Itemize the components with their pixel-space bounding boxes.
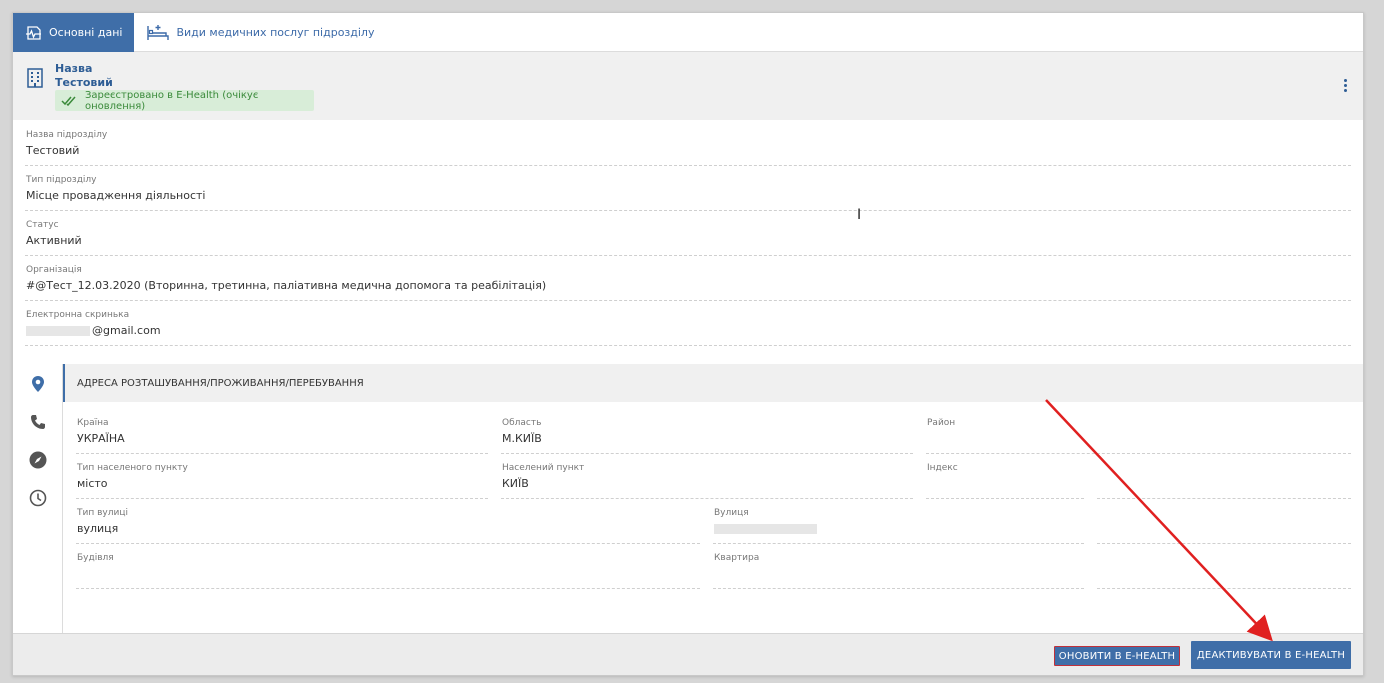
ehealth-status-badge: Зареєстровано в E-Health (очікує оновлен… [55,89,314,112]
field-label: Населений пункт [502,463,585,473]
field-value-wrap: @gmail.com [26,324,161,337]
field-settlement: Населений пункт КИЇВ [501,454,913,499]
field-building: Будівля [76,544,700,589]
field-country: Країна УКРАЇНА [76,409,488,454]
field-value: Тестовий [26,144,80,157]
field-value: КИЇВ [502,477,529,490]
tab-main-data[interactable]: Основні дані [13,13,135,52]
field-organization: Організація #@Тест_12.03.2020 (Вторинна,… [25,256,1351,301]
redacted-block [26,326,90,336]
field-apartment: Квартира [713,544,1084,589]
update-ehealth-button[interactable]: ОНОВИТИ В E-HEALTH [1054,646,1180,666]
hospital-bed-icon [146,24,170,42]
field-label: Тип підрозділу [26,175,97,185]
field-label: Район [927,418,956,428]
address-section-title: АДРЕСА РОЗТАШУВАННЯ/ПРОЖИВАННЯ/ПЕРЕБУВАН… [63,364,1363,402]
field-value: вулиця [77,522,119,535]
field-street: Вулиця [713,499,1084,544]
field-label: Квартира [714,553,760,563]
field-label: Статус [26,220,59,230]
field-settlement-type: Тип населеного пункту місто [76,454,488,499]
field-label: Тип вулиці [77,508,128,518]
field-value: УКРАЇНА [77,432,125,445]
field-extra-1 [1097,454,1351,499]
field-label: Область [502,418,542,428]
field-value: @gmail.com [92,324,161,337]
badge-text: Зареєстровано в E-Health (очікує оновлен… [85,89,259,112]
clock-icon[interactable] [28,488,48,508]
redacted-block [714,524,817,534]
header-label: Назва [55,62,93,75]
location-pin-icon[interactable] [28,374,48,394]
field-district: Район [926,409,1351,454]
header-value: Тестовий [55,76,113,89]
field-value: Активний [26,234,82,247]
field-label: Організація [26,265,82,275]
tab-medical-services[interactable]: Види медичних послуг підрозділу [134,13,386,52]
heart-pulse-icon [25,25,43,41]
field-value: місто [77,477,108,490]
field-label: Індекс [927,463,958,473]
field-label: Вулиця [714,508,749,518]
subdivision-header: Назва Тестовий Зареєстровано в E-Health … [13,52,1363,120]
address-section: АДРЕСА РОЗТАШУВАННЯ/ПРОЖИВАННЯ/ПЕРЕБУВАН… [13,364,1363,634]
tab-main-data-label: Основні дані [49,26,123,39]
field-extra-3 [1097,544,1351,589]
field-status: Статус Активний [25,211,1351,256]
tab-medical-services-label: Види медичних послуг підрозділу [176,26,375,39]
field-region: Область М.КИЇВ [501,409,913,454]
compass-icon[interactable] [28,450,48,470]
field-extra-2 [1097,499,1351,544]
tab-bar: Основні дані Види медичних послуг підроз… [13,13,1363,52]
text-cursor-icon: I [857,207,862,223]
section-sidebar [13,364,63,634]
field-label: Назва підрозділу [26,130,108,140]
field-value: #@Тест_12.03.2020 (Вторинна, третинна, п… [26,279,547,292]
field-label: Будівля [77,553,114,563]
action-footer: ОНОВИТИ В E-HEALTH ДЕАКТИВУВАТИ В E-HEAL… [13,633,1363,675]
double-check-icon [61,96,79,106]
deactivate-ehealth-button[interactable]: ДЕАКТИВУВАТИ В E-HEALTH [1191,641,1351,669]
more-options-icon[interactable] [1344,79,1347,92]
field-label: Тип населеного пункту [77,463,188,473]
field-index: Індекс [926,454,1084,499]
field-value-wrap [714,522,819,535]
building-icon [27,68,43,92]
field-label: Країна [77,418,109,428]
field-subdivision-type: Тип підрозділу Місце провадження діяльно… [25,166,1351,211]
field-value: М.КИЇВ [502,432,542,445]
field-email: Електронна скринька @gmail.com [25,301,1351,346]
subdivision-card: Основні дані Види медичних послуг підроз… [12,12,1364,676]
field-subdivision-name: Назва підрозділу Тестовий [25,121,1351,166]
field-value: Місце провадження діяльності [26,189,206,202]
field-street-type: Тип вулиці вулиця [76,499,700,544]
phone-icon[interactable] [28,412,48,432]
field-label: Електронна скринька [26,310,130,320]
